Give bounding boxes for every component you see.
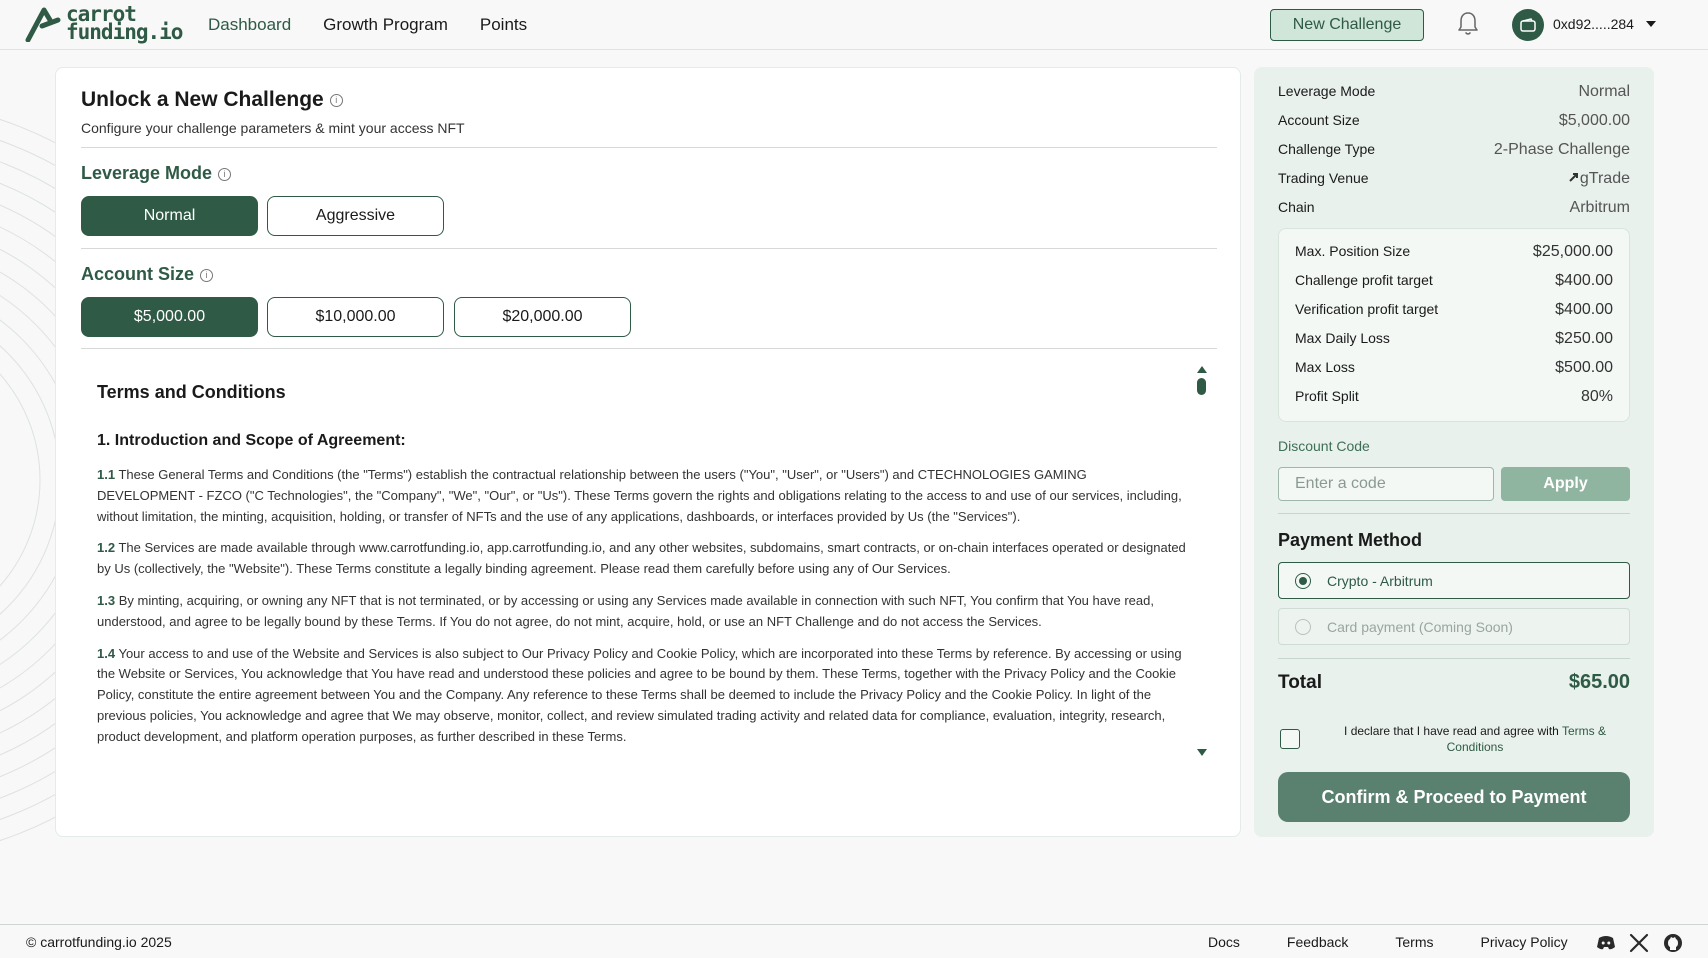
info-icon[interactable]: i [218, 167, 232, 181]
wallet-address[interactable]: 0xd92.....284 [1553, 16, 1634, 32]
summary-row-challenge-type: Challenge Type 2-Phase Challenge [1278, 141, 1630, 158]
leverage-normal-button[interactable]: Normal [81, 196, 258, 236]
divider [1278, 513, 1630, 514]
total-row: Total $65.00 [1278, 671, 1630, 693]
carrot-logo-icon [25, 7, 61, 42]
divider [1278, 658, 1630, 659]
terms-title: Terms and Conditions [97, 382, 286, 402]
apply-discount-button[interactable]: Apply [1501, 467, 1630, 501]
leverage-mode-title: Leverage Mode i [81, 163, 232, 184]
challenge-details-box: Max. Position Size $25,000.00 Challenge … [1278, 228, 1630, 422]
confirm-proceed-button[interactable]: Confirm & Proceed to Payment [1278, 772, 1630, 822]
copyright: © carrotfunding.io 2025 [26, 934, 172, 950]
account-size-5000-button[interactable]: $5,000.00 [81, 297, 258, 337]
divider [81, 147, 1217, 148]
detail-row-challenge-target: Challenge profit target $400.00 [1295, 272, 1613, 289]
terms-agree-checkbox[interactable] [1280, 729, 1300, 749]
scrollbar-thumb[interactable] [1197, 378, 1206, 395]
chevron-down-icon[interactable] [1646, 21, 1656, 27]
footer-link-feedback[interactable]: Feedback [1287, 934, 1348, 950]
wallet-avatar[interactable] [1512, 9, 1544, 41]
brand-logo[interactable]: carrot funding.io [24, 2, 183, 44]
top-bar: carrot funding.io Dashboard Growth Progr… [0, 0, 1708, 50]
summary-row-chain: Chain Arbitrum [1278, 199, 1630, 216]
terms-paragraph: 1.1 These General Terms and Conditions (… [97, 467, 1182, 524]
scroll-up-arrow-icon[interactable] [1197, 366, 1207, 373]
scroll-down-arrow-icon[interactable] [1197, 749, 1207, 756]
discord-icon[interactable] [1596, 933, 1616, 953]
brand-wordmark: carrot funding.io [66, 2, 183, 44]
footer-link-docs[interactable]: Docs [1208, 934, 1240, 950]
summary-row-leverage: Leverage Mode Normal [1278, 83, 1630, 100]
nav-points[interactable]: Points [480, 15, 527, 35]
wallet-icon [1520, 18, 1536, 32]
new-challenge-button[interactable]: New Challenge [1270, 9, 1424, 41]
leverage-aggressive-button[interactable]: Aggressive [267, 196, 444, 236]
detail-row-profit-split: Profit Split 80% [1295, 388, 1613, 405]
detail-row-max-daily-loss: Max Daily Loss $250.00 [1295, 330, 1613, 347]
terms-heading: 1. Introduction and Scope of Agreement: [97, 432, 406, 449]
nav-growth-program[interactable]: Growth Program [323, 15, 448, 35]
radio-selected[interactable] [1295, 572, 1311, 589]
account-size-10000-button[interactable]: $10,000.00 [267, 297, 444, 337]
radio-unselected[interactable] [1295, 618, 1311, 635]
main-nav: Dashboard Growth Program Points [208, 0, 527, 50]
detail-row-max-loss: Max Loss $500.00 [1295, 359, 1613, 376]
terms-body[interactable]: 1.1 These General Terms and Conditions (… [97, 465, 1187, 759]
summary-row-account-size: Account Size $5,000.00 [1278, 112, 1630, 129]
github-icon[interactable] [1663, 933, 1683, 953]
footer-link-terms[interactable]: Terms [1395, 934, 1433, 950]
summary-row-trading-venue: Trading Venue gTrade [1278, 170, 1630, 187]
order-summary-panel: Leverage Mode Normal Account Size $5,000… [1254, 67, 1654, 837]
info-icon[interactable]: i [200, 268, 214, 282]
terms-paragraph: 1.3 By minting, acquiring, or owning any… [97, 592, 1154, 629]
footer: © carrotfunding.io 2025 Docs Feedback Te… [0, 924, 1708, 958]
detail-row-verification-target: Verification profit target $400.00 [1295, 301, 1613, 318]
x-icon[interactable] [1629, 933, 1649, 953]
discount-code-label: Discount Code [1278, 438, 1370, 454]
terms-agree-text: I declare that I have read and agree wit… [1344, 724, 1606, 754]
page-subtitle: Configure your challenge parameters & mi… [81, 120, 465, 136]
challenge-config-card: Unlock a New Challenge i Configure your c… [55, 67, 1241, 837]
footer-link-privacy[interactable]: Privacy Policy [1481, 934, 1568, 950]
footer-links: Docs Feedback Terms Privacy Policy [1208, 934, 1568, 950]
divider [81, 248, 1217, 249]
terms-paragraph: 1.4 Your access to and use of the Websit… [97, 645, 1182, 744]
payment-option-card[interactable]: Card payment (Coming Soon) [1278, 608, 1630, 645]
payment-method-title: Payment Method [1278, 530, 1423, 550]
nav-dashboard[interactable]: Dashboard [208, 15, 291, 35]
gtrade-icon [1569, 173, 1578, 182]
page-title: Unlock a New Challenge i [81, 88, 343, 112]
terms-paragraph: 1.2 The Services are made available thro… [97, 540, 1186, 577]
account-size-title: Account Size i [81, 264, 214, 285]
bell-icon[interactable] [1456, 11, 1480, 37]
info-icon[interactable]: i [329, 93, 343, 107]
payment-option-crypto[interactable]: Crypto - Arbitrum [1278, 562, 1630, 599]
discount-code-input[interactable] [1278, 467, 1494, 501]
divider [81, 348, 1217, 349]
detail-row-max-position: Max. Position Size $25,000.00 [1295, 243, 1613, 260]
account-size-20000-button[interactable]: $20,000.00 [454, 297, 631, 337]
